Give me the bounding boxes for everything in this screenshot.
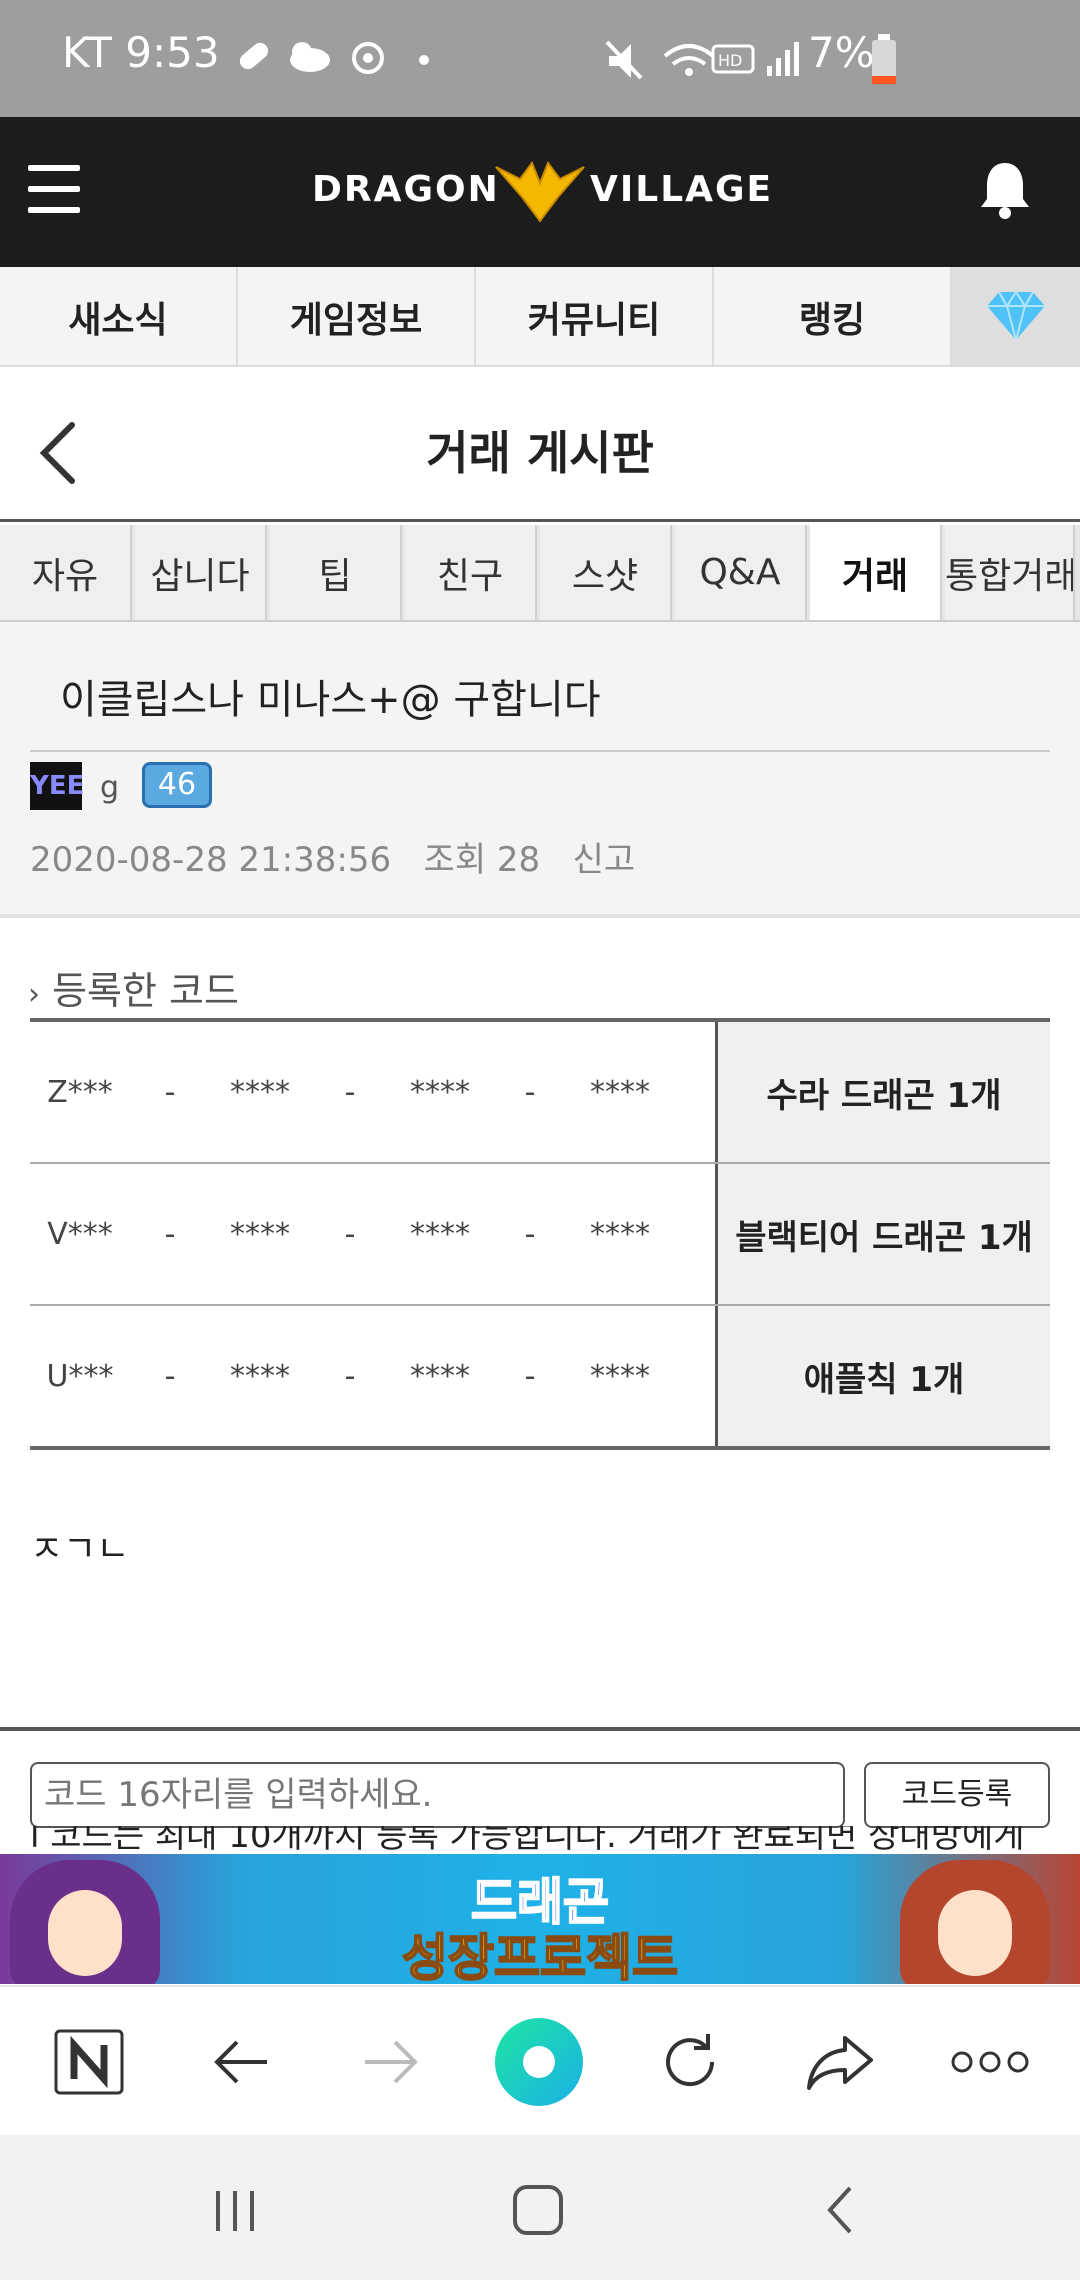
- code-item: 블랙티어 드래곤 1개: [718, 1164, 1050, 1304]
- nav-community[interactable]: 커뮤니티: [476, 267, 714, 367]
- status-notification-icons: [239, 42, 429, 74]
- status-bar: KT 9:53 HD 7%: [0, 0, 1080, 117]
- tab-buy[interactable]: 삽니다: [135, 525, 267, 620]
- more-icon[interactable]: [945, 2017, 1035, 2107]
- report-link[interactable]: 신고: [573, 840, 636, 880]
- svg-text:HD: HD: [718, 51, 742, 70]
- tab-trade[interactable]: 거래: [810, 525, 942, 620]
- code-part: ****: [230, 1358, 290, 1394]
- board-title: 거래 게시판: [426, 426, 654, 480]
- battery-icon: [872, 34, 896, 84]
- code-part: ****: [410, 1074, 470, 1110]
- refresh-icon[interactable]: [645, 2017, 735, 2107]
- tab-friend[interactable]: 친구: [405, 525, 537, 620]
- code-part: ****: [230, 1074, 290, 1110]
- tab-integrated-trade[interactable]: 통합거래: [945, 525, 1075, 620]
- code-item: 애플칙 1개: [718, 1306, 1050, 1446]
- share-icon[interactable]: [795, 2017, 885, 2107]
- code-cell: V*** - **** - **** - ****: [30, 1164, 718, 1304]
- code-part: ****: [590, 1216, 650, 1252]
- code-input[interactable]: 코드 16자리를 입력하세요.: [30, 1762, 845, 1828]
- level-badge: 46: [142, 762, 212, 808]
- register-code-button[interactable]: 코드등록: [864, 1762, 1050, 1828]
- code-separator: -: [164, 1358, 176, 1394]
- logo-text-right: VILLAGE: [590, 169, 774, 210]
- nav-news[interactable]: 새소식: [0, 267, 238, 367]
- tab-qna[interactable]: Q&A: [675, 525, 807, 620]
- divider: [0, 914, 1080, 918]
- tab-free[interactable]: 자유: [0, 525, 132, 620]
- banner-title-line2: 성장프로젝트: [401, 1928, 679, 1984]
- board-tabs: 자유 삽니다 팁 친구 스샷 Q&A 거래 통합거래: [0, 525, 1080, 622]
- nav-ranking[interactable]: 랭킹: [714, 267, 952, 367]
- chevron-right-icon: ›: [28, 977, 40, 1012]
- table-row: V*** - **** - **** - **** 블랙티어 드래곤 1개: [30, 1164, 1050, 1306]
- code-part: ****: [230, 1216, 290, 1252]
- recent-apps-icon[interactable]: [200, 2175, 270, 2245]
- code-part: U***: [46, 1358, 114, 1394]
- carrier-time: KT 9:53: [62, 28, 220, 77]
- menu-icon[interactable]: [28, 165, 80, 215]
- code-part: ****: [410, 1216, 470, 1252]
- logo-text-left: DRAGON: [312, 169, 500, 210]
- browser-toolbar: [0, 1985, 1080, 2135]
- tab-tip[interactable]: 팁: [270, 525, 402, 620]
- code-cell: U*** - **** - **** - ****: [30, 1306, 718, 1446]
- code-note: l 코드는 최대 10개까지 등록 가능합니다. 거래가 완료되면 상대방에게: [30, 1826, 1025, 1854]
- post-body: ㅈㄱㄴ: [30, 1529, 130, 1570]
- nav-game-info[interactable]: 게임정보: [238, 267, 476, 367]
- codes-section-label: › 등록한 코드: [28, 960, 239, 1015]
- code-part: Z***: [47, 1074, 113, 1110]
- table-row: U*** - **** - **** - **** 애플칙 1개: [30, 1306, 1050, 1446]
- code-separator: -: [524, 1358, 536, 1394]
- system-back-icon[interactable]: [805, 2175, 875, 2245]
- battery-percent: 7%: [808, 28, 875, 77]
- nav-gem[interactable]: [952, 267, 1080, 365]
- codes-table: Z*** - **** - **** - **** 수라 드래곤 1개 V***…: [30, 1018, 1050, 1450]
- avatar[interactable]: YEE: [30, 762, 84, 810]
- code-cell: Z*** - **** - **** - ****: [30, 1022, 718, 1162]
- naver-icon[interactable]: [44, 2017, 134, 2107]
- bell-icon[interactable]: [980, 159, 1030, 221]
- back-arrow-icon[interactable]: [196, 2017, 286, 2107]
- code-separator: -: [524, 1216, 536, 1252]
- tab-screenshot[interactable]: 스샷: [540, 525, 672, 620]
- forward-arrow-icon: [346, 2017, 436, 2107]
- app-header: DRAGON VILLAGE: [0, 117, 1080, 267]
- code-separator: -: [524, 1074, 536, 1110]
- post-views: 조회 28: [423, 840, 541, 880]
- divider: [30, 750, 1050, 752]
- code-part: ****: [590, 1074, 650, 1110]
- promo-banner[interactable]: 드래곤 성장프로젝트: [0, 1854, 1080, 1984]
- table-row: Z*** - **** - **** - **** 수라 드래곤 1개: [30, 1022, 1050, 1164]
- code-part: V***: [47, 1216, 113, 1252]
- home-button-icon[interactable]: [503, 2175, 573, 2245]
- home-icon[interactable]: [494, 2017, 584, 2107]
- code-separator: -: [344, 1216, 356, 1252]
- post-title: 이클립스나 미나스+@ 구합니다: [60, 677, 601, 723]
- code-separator: -: [164, 1074, 176, 1110]
- code-part: ****: [590, 1358, 650, 1394]
- code-separator: -: [344, 1358, 356, 1394]
- post-header: 이클립스나 미나스+@ 구합니다 YEE g 46 2020-08-28 21:…: [0, 622, 1080, 917]
- code-separator: -: [344, 1074, 356, 1110]
- dragon-village-logo[interactable]: DRAGON VILLAGE: [312, 157, 772, 227]
- code-part: ****: [410, 1358, 470, 1394]
- post-meta: 2020-08-28 21:38:56 조회 28 신고: [30, 832, 635, 881]
- divider: [0, 1727, 1080, 1731]
- code-separator: -: [164, 1216, 176, 1252]
- code-item: 수라 드래곤 1개: [718, 1022, 1050, 1162]
- post-datetime: 2020-08-28 21:38:56: [30, 840, 392, 880]
- system-nav-bar: [0, 2135, 1080, 2280]
- username[interactable]: g: [100, 770, 119, 805]
- board-header: 거래 게시판: [0, 369, 1080, 522]
- gem-icon: [987, 290, 1045, 341]
- codes-label-text: 등록한 코드: [52, 969, 239, 1013]
- main-nav: 새소식 게임정보 커뮤니티 랭킹: [0, 267, 1080, 367]
- dragon-emblem-icon: [495, 160, 585, 223]
